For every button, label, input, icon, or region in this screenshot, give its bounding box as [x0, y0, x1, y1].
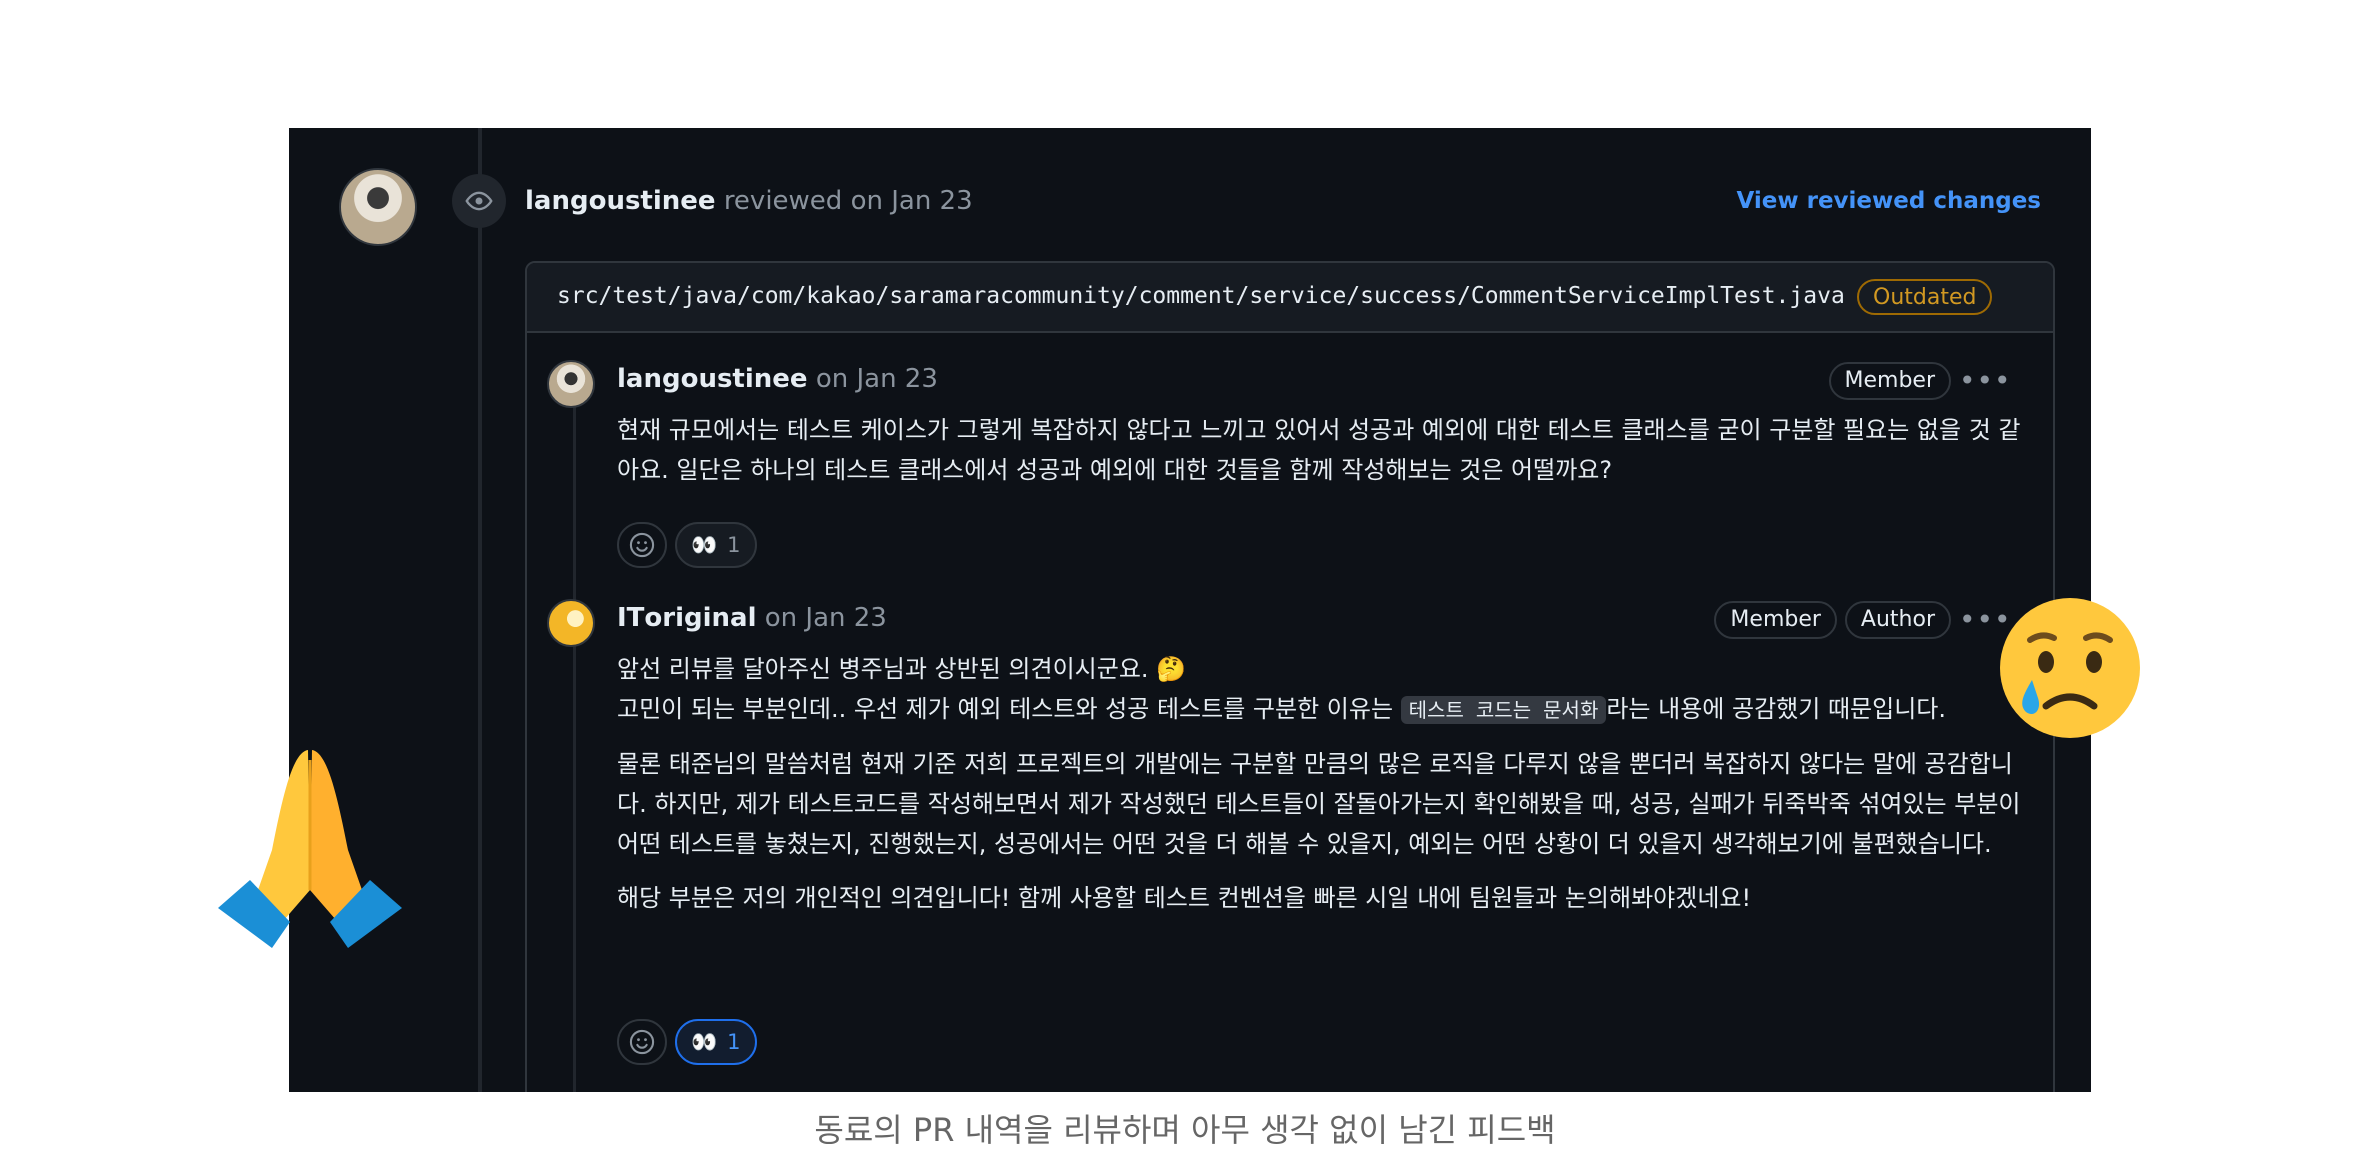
- reviewer-avatar[interactable]: [339, 168, 417, 246]
- smiley-icon: [629, 1029, 655, 1055]
- comment-line-1: 앞선 리뷰를 달아주신 병주님과 상반된 의견이시군요. 🤔: [617, 655, 1187, 683]
- folded-hands-icon: [218, 750, 402, 948]
- comment-badges: Member •••: [1828, 362, 2011, 400]
- comment-line-2-pre: 고민이 되는 부분인데.. 우선 제가 예외 테스트와 성공 테스트를 구분한 …: [617, 695, 1401, 723]
- eyes-emoji: 👀: [691, 1029, 718, 1054]
- reaction-count: 1: [727, 533, 741, 557]
- comment-header: langoustinee on Jan 23: [617, 364, 938, 394]
- outdated-badge: Outdated: [1857, 279, 1993, 315]
- file-header: src/test/java/com/kakao/saramaracommunit…: [527, 263, 2053, 333]
- file-path[interactable]: src/test/java/com/kakao/saramaracommunit…: [557, 283, 1845, 309]
- reactions: 👀 1: [617, 1019, 757, 1065]
- comment-line-2-post: 라는 내용에 공감했기 때문입니다.: [1606, 695, 1946, 723]
- comment-text: 현재 규모에서는 테스트 케이스가 그렇게 복잡하지 않다고 느끼고 있어서 성…: [617, 416, 2021, 484]
- comment-paragraph-3: 해당 부분은 저의 개인적인 의견입니다! 함께 사용할 테스트 컨벤션을 빠른…: [617, 884, 1752, 912]
- add-reaction-button[interactable]: [617, 1019, 667, 1065]
- reactions: 👀 1: [617, 522, 757, 568]
- review-thread: src/test/java/com/kakao/saramaracommunit…: [525, 261, 2055, 1092]
- smiley-icon: [629, 532, 655, 558]
- avatar[interactable]: [547, 599, 595, 647]
- comment-author[interactable]: langoustinee: [617, 364, 808, 394]
- review-action: reviewed on Jan 23: [723, 186, 973, 216]
- eyes-reaction-button[interactable]: 👀 1: [675, 1019, 757, 1065]
- comment-date[interactable]: on Jan 23: [816, 364, 938, 394]
- member-badge: Member: [1714, 601, 1837, 639]
- member-badge: Member: [1828, 362, 1951, 400]
- comment-date[interactable]: on Jan 23: [765, 603, 887, 633]
- pr-review-panel: langoustinee reviewed on Jan 23 View rev…: [289, 128, 2091, 1092]
- eyes-reaction-button[interactable]: 👀 1: [675, 522, 757, 568]
- comment-body: 현재 규모에서는 테스트 케이스가 그렇게 복잡하지 않다고 느끼고 있어서 성…: [617, 410, 2033, 490]
- crying-face-icon: [2000, 598, 2140, 738]
- add-reaction-button[interactable]: [617, 522, 667, 568]
- reviewer-name[interactable]: langoustinee: [525, 186, 716, 216]
- review-header: langoustinee reviewed on Jan 23: [525, 186, 973, 216]
- view-reviewed-changes-link[interactable]: View reviewed changes: [1736, 188, 2041, 214]
- author-badge: Author: [1844, 601, 1951, 639]
- eyes-emoji: 👀: [691, 532, 718, 557]
- comment-line-2: 고민이 되는 부분인데.. 우선 제가 예외 테스트와 성공 테스트를 구분한 …: [617, 689, 2033, 730]
- comment-header: ITоriginal on Jan 23: [617, 603, 887, 633]
- inline-code: 테스트 코드는 문서화: [1400, 696, 1607, 724]
- timeline-line: [478, 128, 482, 1092]
- thread-line: [573, 393, 576, 1092]
- eye-icon: [452, 174, 506, 228]
- comment-body: 앞선 리뷰를 달아주신 병주님과 상반된 의견이시군요. 🤔 고민이 되는 부분…: [617, 649, 2033, 918]
- kebab-horizontal-icon[interactable]: •••: [1959, 364, 2011, 398]
- image-caption: 동료의 PR 내역을 리뷰하며 아무 생각 없이 남긴 피드백: [814, 1111, 1556, 1149]
- comment-paragraph-2: 물론 태준님의 말씀처럼 현재 기준 저희 프로젝트의 개발에는 구분할 만큼의…: [617, 750, 2021, 858]
- comment-badges: Member Author •••: [1714, 601, 2011, 639]
- reaction-count: 1: [727, 1030, 741, 1054]
- comment-author[interactable]: ITоriginal: [617, 603, 757, 633]
- avatar[interactable]: [547, 360, 595, 408]
